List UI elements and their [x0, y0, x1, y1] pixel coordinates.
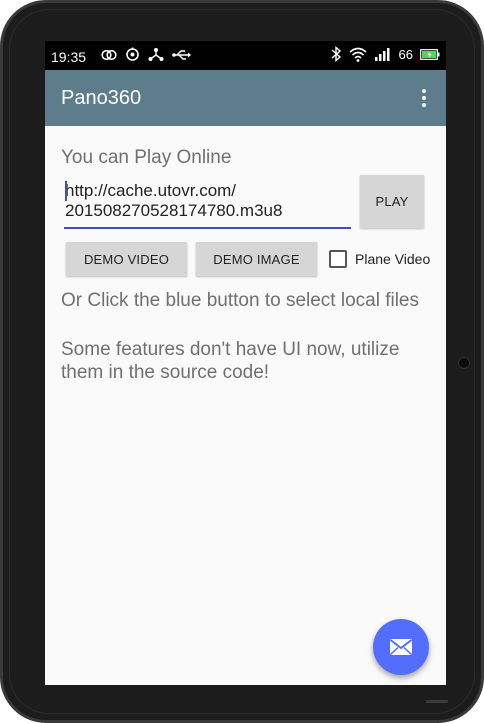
- app-title: Pano360: [61, 87, 142, 109]
- menu-dot: [422, 89, 426, 93]
- plane-video-toggle[interactable]: Plane Video: [329, 250, 430, 268]
- demo-video-button[interactable]: DEMO VIDEO: [66, 242, 187, 276]
- source-code-hint: Some features don't have UI now, utilize…: [61, 339, 400, 383]
- battery-level: 66: [398, 46, 413, 62]
- email-icon: [389, 639, 413, 656]
- signal-icon: [374, 48, 390, 61]
- more-vert-icon[interactable]: [412, 86, 436, 110]
- screen: 19:35 66 Pano360 You can Play Online htt…: [45, 41, 446, 685]
- text-cursor: [65, 181, 67, 201]
- usb-icon: [172, 49, 191, 60]
- sync-icon: [126, 47, 139, 61]
- status-icons-left: [101, 47, 192, 62]
- camera-sensor: [458, 357, 470, 369]
- demo-image-button[interactable]: DEMO IMAGE: [196, 242, 317, 276]
- branch-icon: [148, 48, 164, 61]
- menu-dot: [422, 103, 426, 107]
- status-icons-right: 66: [330, 46, 440, 62]
- menu-dot: [422, 96, 426, 100]
- app-bar: Pano360: [45, 70, 446, 126]
- play-button[interactable]: PLAY: [360, 175, 424, 228]
- battery-icon: [420, 48, 440, 60]
- tablet-frame: 19:35 66 Pano360 You can Play Online htt…: [0, 0, 484, 723]
- plane-video-checkbox[interactable]: [329, 250, 347, 268]
- url-input[interactable]: http://cache.utovr.com/ 2015082705281747…: [64, 179, 351, 229]
- group-icon: [101, 49, 117, 60]
- bluetooth-icon: [331, 46, 341, 62]
- status-time: 19:35: [51, 49, 87, 65]
- main-content: You can Play Online http://cache.utovr.c…: [45, 126, 446, 685]
- wifi-icon: [349, 47, 367, 62]
- hardware-bar: [426, 700, 448, 703]
- select-local-file-button[interactable]: [373, 619, 429, 675]
- plane-video-label: Plane Video: [355, 251, 431, 267]
- online-hint: You can Play Online: [61, 147, 232, 168]
- status-bar: 19:35 66: [45, 41, 446, 70]
- local-files-hint: Or Click the blue button to select local…: [61, 290, 420, 311]
